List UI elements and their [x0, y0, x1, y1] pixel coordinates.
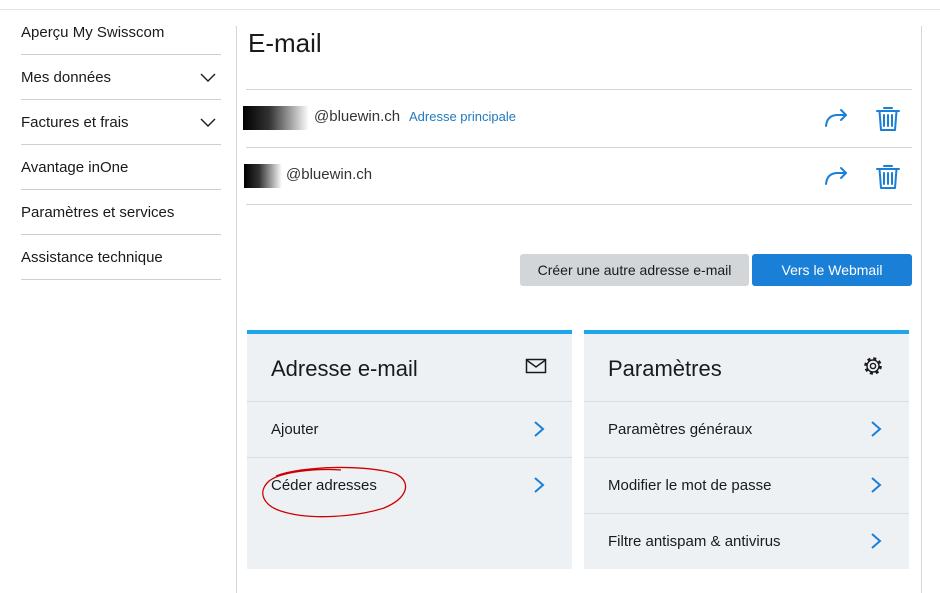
trash-icon[interactable] — [874, 162, 902, 190]
envelope-icon — [525, 358, 547, 374]
sidebar-item-label: Mes données — [21, 68, 112, 86]
card-item-label: Filtre antispam & antivirus — [608, 533, 781, 550]
sidebar-item-settings-services[interactable]: Paramètres et services — [21, 190, 221, 235]
sidebar-item-label: Assistance technique — [21, 248, 163, 266]
sidebar-item-overview[interactable]: Aperçu My Swisscom — [21, 10, 221, 55]
card-item-label: Céder adresses — [271, 477, 377, 494]
sidebar-item-label: Avantage inOne — [21, 158, 129, 176]
webmail-button[interactable]: Vers le Webmail — [752, 254, 912, 286]
content-right-divider — [921, 26, 922, 593]
email-row: @bluewin.ch Adresse principale — [243, 89, 912, 147]
card-title: Paramètres — [608, 356, 722, 381]
chevron-down-icon[interactable] — [199, 68, 217, 86]
card-item-label: Modifier le mot de passe — [608, 477, 772, 494]
forward-icon[interactable] — [823, 162, 851, 190]
general-settings-link[interactable]: Paramètres généraux — [584, 402, 909, 458]
redacted-username — [243, 106, 309, 130]
create-email-button[interactable]: Créer une autre adresse e-mail — [520, 254, 749, 286]
chevron-right-icon — [871, 421, 882, 437]
chevron-right-icon — [871, 477, 882, 493]
gear-icon — [864, 357, 882, 375]
forward-icon[interactable] — [823, 104, 851, 132]
page-title: E-mail — [248, 28, 322, 58]
primary-address-badge: Adresse principale — [409, 109, 516, 124]
redacted-username — [244, 164, 282, 188]
content-left-divider — [236, 26, 237, 593]
email-address-suffix: @bluewin.ch — [286, 166, 373, 183]
email-address-suffix: @bluewin.ch — [314, 108, 401, 125]
chevron-right-icon — [871, 533, 882, 549]
add-email-link[interactable]: Ajouter — [247, 402, 572, 458]
card-title: Adresse e-mail — [271, 356, 418, 381]
change-password-link[interactable]: Modifier le mot de passe — [584, 458, 909, 514]
sidebar-item-label: Paramètres et services — [21, 203, 175, 221]
chevron-right-icon — [534, 421, 545, 437]
email-row: @bluewin.ch — [244, 147, 912, 205]
chevron-right-icon — [534, 477, 545, 493]
sidebar-item-support[interactable]: Assistance technique — [21, 235, 221, 280]
card-header: Adresse e-mail — [247, 334, 572, 402]
sidebar-item-label: Aperçu My Swisscom — [21, 23, 165, 41]
trash-icon[interactable] — [874, 104, 902, 132]
sidebar-item-inone[interactable]: Avantage inOne — [21, 145, 221, 190]
settings-card: Paramètres Paramètres généraux Modifier … — [584, 330, 909, 569]
sidebar-item-my-data[interactable]: Mes données — [21, 55, 221, 100]
card-item-label: Ajouter — [271, 421, 319, 438]
transfer-addresses-link[interactable]: Céder adresses — [247, 458, 572, 514]
card-header: Paramètres — [584, 334, 909, 402]
email-address-card: Adresse e-mail Ajouter Céder adresses — [247, 330, 572, 569]
spam-filter-link[interactable]: Filtre antispam & antivirus — [584, 514, 909, 570]
sidebar-item-label: Factures et frais — [21, 113, 129, 131]
sidebar-item-billing[interactable]: Factures et frais — [21, 100, 221, 145]
sidebar-nav: Aperçu My Swisscom Mes données Factures … — [21, 10, 221, 280]
chevron-down-icon[interactable] — [199, 113, 217, 131]
card-item-label: Paramètres généraux — [608, 421, 753, 438]
